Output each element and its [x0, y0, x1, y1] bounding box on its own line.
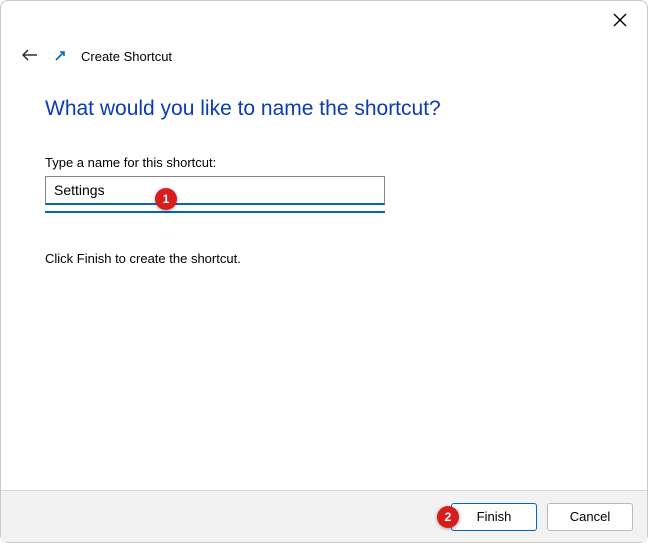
- back-button[interactable]: [21, 47, 39, 65]
- wizard-footer: 2 Finish Cancel: [1, 490, 647, 542]
- shortcut-name-input[interactable]: [45, 176, 385, 205]
- page-heading: What would you like to name the shortcut…: [45, 97, 603, 121]
- input-underline: [45, 211, 385, 213]
- finish-button[interactable]: Finish: [451, 503, 537, 531]
- wizard-title: Create Shortcut: [81, 49, 172, 64]
- finish-button-wrap: 2 Finish: [451, 503, 537, 531]
- close-button[interactable]: [607, 9, 633, 35]
- shortcut-icon: [53, 49, 67, 63]
- shortcut-name-field-wrap: [45, 176, 385, 205]
- close-icon: [613, 13, 627, 27]
- shortcut-name-label: Type a name for this shortcut:: [45, 155, 603, 170]
- hint-text: Click Finish to create the shortcut.: [45, 251, 603, 266]
- wizard-header: Create Shortcut: [21, 47, 172, 65]
- wizard-content: What would you like to name the shortcut…: [45, 97, 603, 266]
- cancel-button[interactable]: Cancel: [547, 503, 633, 531]
- arrow-left-icon: [21, 48, 39, 62]
